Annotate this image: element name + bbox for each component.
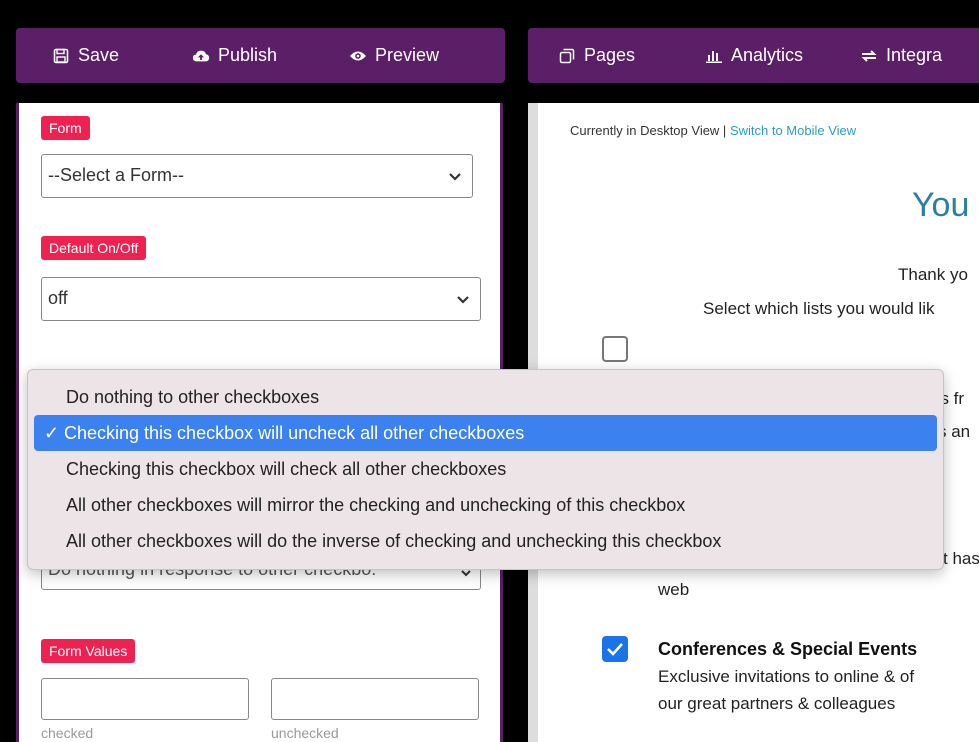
checked-value-input[interactable] <box>41 678 249 720</box>
pages-label: Pages <box>584 45 636 65</box>
integrations-button[interactable]: Integra <box>860 28 942 83</box>
analytics-button[interactable]: Analytics <box>705 28 803 83</box>
chevron-down-icon <box>456 290 470 304</box>
checked-caption: checked <box>41 725 94 741</box>
dropdown-option[interactable]: Do nothing to other checkboxes <box>28 379 943 415</box>
cloud-upload-icon <box>192 47 210 65</box>
dropdown-option[interactable]: Checking this checkbox will check all ot… <box>28 451 943 487</box>
exchange-icon <box>860 47 878 65</box>
page-builder: Save Publish Preview Pages Analytics Int… <box>0 0 979 742</box>
eye-icon <box>349 47 367 65</box>
analytics-label: Analytics <box>731 45 804 65</box>
form-select-value: --Select a Form-- <box>48 165 185 185</box>
checkmark-icon: ✓ <box>44 422 60 443</box>
checkbox-behavior-dropdown: Do nothing to other checkboxes ✓ Checkin… <box>27 369 944 570</box>
pages-icon <box>558 47 576 65</box>
dropdown-option[interactable]: All other checkboxes will do the inverse… <box>28 523 943 559</box>
form-select[interactable]: --Select a Form-- <box>41 154 473 198</box>
option-label: All other checkboxes will mirror the che… <box>66 494 686 515</box>
unchecked-caption: unchecked <box>271 725 339 741</box>
publish-button[interactable]: Publish <box>192 28 277 83</box>
preview-text-fragment: web <box>658 580 690 599</box>
dropdown-option-selected[interactable]: ✓ Checking this checkbox will uncheck al… <box>34 415 937 451</box>
preview-thank-you: Thank yo <box>898 265 968 284</box>
conferences-title: Conferences & Special Events <box>658 639 918 659</box>
preview-label: Preview <box>375 45 440 65</box>
publish-label: Publish <box>218 45 278 65</box>
editor-toolbar: Save Publish Preview <box>16 28 505 83</box>
preview-button[interactable]: Preview <box>349 28 439 83</box>
view-status: Currently in Desktop View | Switch to Mo… <box>570 123 856 138</box>
option-label: All other checkboxes will do the inverse… <box>66 530 722 551</box>
option-label: Checking this checkbox will check all ot… <box>66 458 507 479</box>
option-label: Checking this checkbox will uncheck all … <box>64 422 525 443</box>
default-on-off-label: Default On/Off <box>41 236 147 260</box>
integrations-label: Integra <box>886 45 943 65</box>
unchecked-value-input[interactable] <box>271 678 479 720</box>
option-label: Do nothing to other checkboxes <box>66 386 320 407</box>
view-status-text: Currently in Desktop View | <box>570 123 730 138</box>
conferences-desc-line1: Exclusive invitations to online & of <box>658 667 915 686</box>
preview-select-lists: Select which lists you would lik <box>703 299 935 318</box>
switch-to-mobile-link[interactable]: Switch to Mobile View <box>730 123 856 138</box>
bar-chart-icon <box>705 47 723 65</box>
pages-button[interactable]: Pages <box>558 28 635 83</box>
form-label: Form <box>41 116 90 140</box>
list-checkbox[interactable] <box>602 336 628 362</box>
dropdown-option[interactable]: All other checkboxes will mirror the che… <box>28 487 943 523</box>
checkmark-icon <box>607 643 623 656</box>
save-button[interactable]: Save <box>52 28 119 83</box>
conferences-checkbox[interactable] <box>602 636 628 662</box>
floppy-disk-icon <box>52 47 70 65</box>
default-on-off-select[interactable]: off <box>41 277 481 321</box>
site-toolbar: Pages Analytics Integra <box>528 28 979 83</box>
form-values-label: Form Values <box>41 639 136 663</box>
default-select-value: off <box>48 288 68 308</box>
chevron-down-icon <box>448 167 462 181</box>
preview-text-fragment: t has <box>943 549 979 568</box>
save-label: Save <box>78 45 120 65</box>
preview-heading: You <box>912 186 970 224</box>
conferences-desc-line2: our great partners & colleagues <box>658 694 896 713</box>
